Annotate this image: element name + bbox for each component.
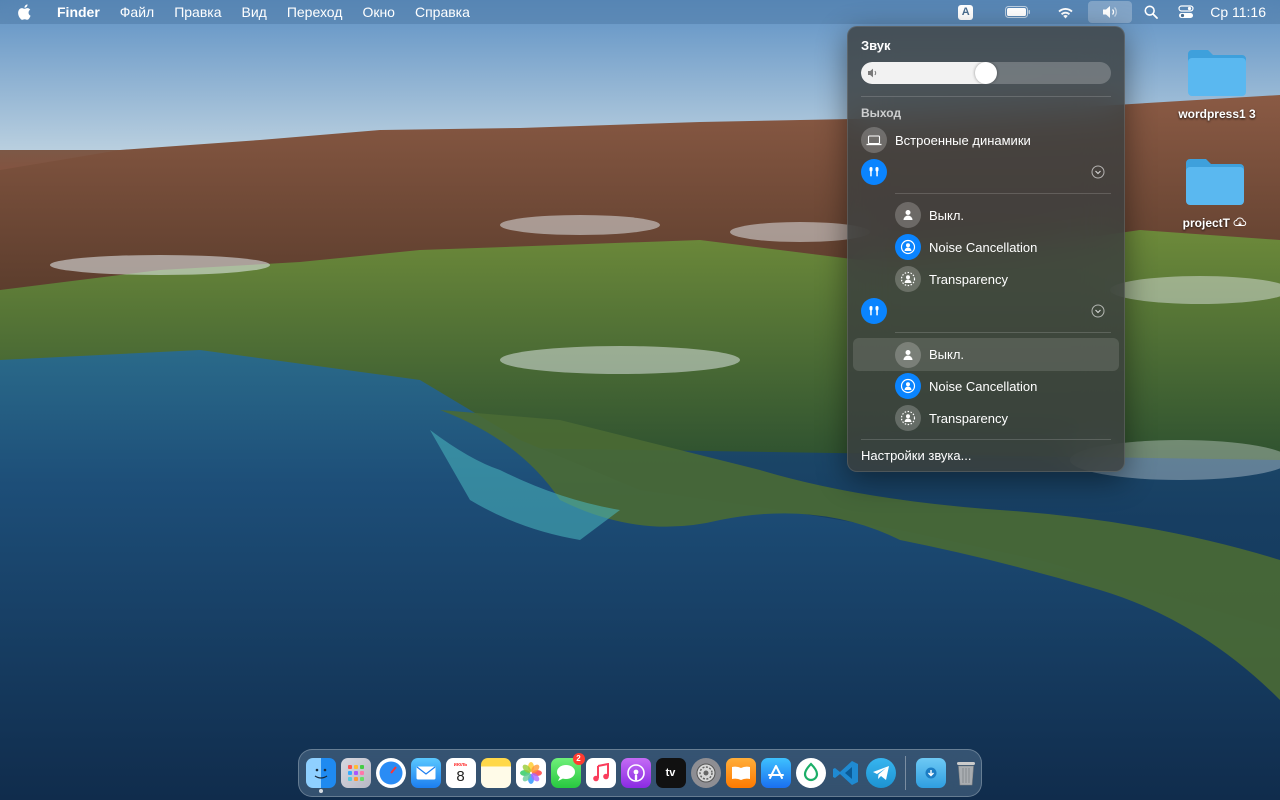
airpods-1-mode-transparency[interactable]: Transparency (853, 264, 1119, 294)
separator (895, 193, 1111, 194)
desktop-icon-label-text: projectT (1182, 216, 1230, 230)
sourcetree-icon[interactable] (795, 758, 826, 788)
sound-menu-icon[interactable] (1088, 1, 1133, 23)
wifi-icon[interactable] (1049, 1, 1082, 23)
app-store-icon[interactable] (760, 758, 791, 788)
separator (861, 96, 1111, 97)
mode-label: Transparency (929, 410, 1008, 426)
airpods-2-mode-noise-cancellation[interactable]: Noise Cancellation (853, 371, 1119, 401)
mode-label: Выкл. (929, 347, 965, 362)
running-indicator (318, 789, 323, 793)
apple-menu-icon[interactable] (0, 0, 48, 24)
launchpad-icon[interactable] (340, 758, 371, 788)
noise-cancellation-icon (895, 234, 921, 260)
output-device-airpods-2[interactable] (853, 296, 1119, 326)
output-device-builtin-speakers[interactable]: Встроенные динамики (853, 125, 1119, 155)
person-icon (895, 202, 921, 228)
dock: июль 8 2 tv (298, 749, 982, 797)
transparency-icon (895, 405, 921, 431)
notes-icon[interactable] (480, 758, 511, 788)
sound-dropdown-panel: Звук Выход Встроенные динамики Выкл. Noi… (847, 26, 1125, 472)
messages-icon[interactable]: 2 (550, 753, 585, 788)
sound-settings-link[interactable]: Настройки звука... (861, 448, 971, 463)
airpods-1-mode-noise-cancellation[interactable]: Noise Cancellation (853, 232, 1119, 262)
separator (861, 439, 1111, 440)
person-icon (895, 341, 921, 368)
calendar-day: 8 (456, 767, 465, 785)
folder-icon (1186, 159, 1244, 205)
sound-panel-title: Звук (861, 38, 891, 53)
trash-icon[interactable] (951, 758, 981, 788)
separator (895, 332, 1111, 333)
vscode-icon[interactable] (831, 758, 861, 788)
output-section-label: Выход (861, 106, 902, 120)
volume-slider-knob[interactable] (975, 62, 997, 84)
messages-badge: 2 (572, 753, 585, 765)
photos-icon[interactable] (515, 758, 546, 788)
menu-file[interactable]: Файл (110, 0, 164, 24)
music-icon[interactable] (585, 758, 616, 788)
folder-icon (1188, 50, 1246, 96)
desktop-folder-projectt[interactable]: projectT (1165, 155, 1265, 230)
apple-tv-label: tv (665, 767, 676, 779)
airpods-1-mode-off[interactable]: Выкл. (853, 200, 1119, 230)
mode-label: Выкл. (929, 207, 965, 223)
telegram-icon[interactable] (865, 758, 896, 788)
noise-cancellation-icon (895, 373, 921, 399)
volume-slider[interactable] (861, 62, 1111, 84)
safari-icon[interactable] (375, 758, 406, 788)
transparency-icon (895, 266, 921, 292)
apple-tv-icon[interactable]: tv (655, 758, 686, 788)
calendar-icon[interactable]: июль 8 (445, 758, 476, 788)
desktop-icon-label: projectT (1165, 216, 1265, 230)
mail-icon[interactable] (410, 758, 441, 788)
mode-label: Noise Cancellation (929, 239, 1038, 255)
icloud-download-icon (1233, 217, 1247, 226)
menu-window[interactable]: Окно (352, 0, 405, 24)
speaker-low-icon (868, 68, 877, 78)
menu-go[interactable]: Переход (277, 0, 353, 24)
chevron-down-icon[interactable] (1091, 304, 1105, 318)
battery-icon[interactable] (997, 1, 1039, 23)
mode-label: Noise Cancellation (929, 378, 1038, 394)
volume-slider-fill (861, 62, 986, 84)
airpods-2-mode-off[interactable]: Выкл. (853, 338, 1119, 371)
airpods-icon (861, 159, 887, 185)
menu-edit[interactable]: Правка (164, 0, 231, 24)
system-preferences-icon[interactable] (690, 758, 721, 788)
downloads-folder-icon[interactable] (915, 758, 946, 788)
desktop-folder-wordpress[interactable]: wordpress1 3 (1167, 46, 1267, 121)
airpods-icon (861, 298, 887, 324)
laptop-icon (861, 127, 887, 153)
menu-app-finder[interactable]: Finder (48, 0, 110, 24)
podcasts-icon[interactable] (620, 758, 651, 788)
menu-view[interactable]: Вид (232, 0, 277, 24)
dock-separator (905, 756, 906, 790)
finder-icon[interactable] (305, 758, 336, 793)
input-source-letter: A (958, 4, 974, 20)
spotlight-search-icon[interactable] (1136, 1, 1166, 23)
airpods-2-mode-transparency[interactable]: Transparency (853, 403, 1119, 433)
menu-bar: Finder Файл Правка Вид Переход Окно Спра… (0, 0, 1280, 24)
chevron-down-icon[interactable] (1091, 165, 1105, 179)
mode-label: Transparency (929, 271, 1008, 287)
builtin-speakers-label: Встроенные динамики (895, 132, 1031, 148)
output-device-airpods-1[interactable] (853, 157, 1119, 187)
menu-clock[interactable]: Ср 11:16 (1202, 4, 1280, 20)
input-source-icon[interactable]: A (950, 1, 981, 23)
control-center-icon[interactable] (1170, 1, 1202, 23)
desktop-icon-label: wordpress1 3 (1178, 107, 1256, 121)
menu-help[interactable]: Справка (405, 0, 480, 24)
books-icon[interactable] (725, 758, 756, 788)
